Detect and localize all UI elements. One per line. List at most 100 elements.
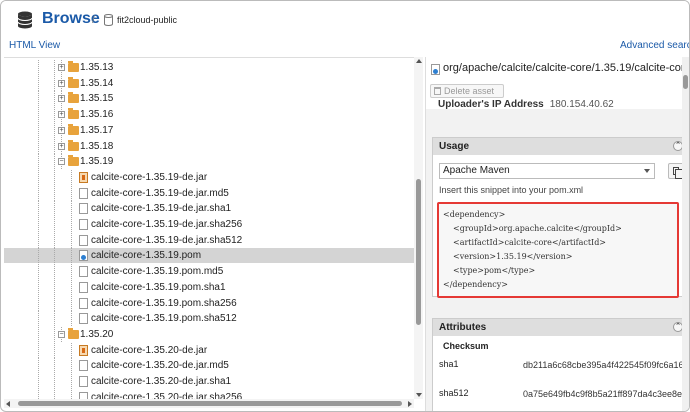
collapse-node-icon[interactable]: − <box>58 330 65 338</box>
tree-row-label: calcite-core-1.35.19-de.jar.md5 <box>91 187 229 199</box>
tree-file-row[interactable]: calcite-core-1.35.19.pom.sha256 <box>4 295 414 311</box>
tree-file-row[interactable]: calcite-core-1.35.20-de.jar.sha256 <box>4 389 414 399</box>
advanced-search-link[interactable]: Advanced search <box>620 40 689 51</box>
format-select[interactable]: Apache Maven <box>439 163 655 179</box>
scroll-thumb[interactable] <box>683 75 688 89</box>
tree-guide-line <box>54 154 55 170</box>
tree-folder-row[interactable]: +1.35.18 <box>4 138 414 154</box>
tree-row-label: calcite-core-1.35.19-de.jar.sha512 <box>91 234 243 246</box>
tree-guide-line <box>54 342 55 358</box>
header-bar: Browse / fit2cloud-public <box>1 1 689 39</box>
collapse-node-icon[interactable]: − <box>58 158 65 166</box>
tree-file-row[interactable]: calcite-core-1.35.19-de.jar.sha512 <box>4 232 414 248</box>
tree-row-label: 1.35.16 <box>80 109 114 121</box>
tree-file-row[interactable]: calcite-core-1.35.20-de.jar.sha1 <box>4 374 414 389</box>
tree-folder-row[interactable]: − 1.35.20 <box>4 326 414 342</box>
tree-guide-line <box>71 169 72 185</box>
expand-node-icon[interactable]: + <box>58 111 65 119</box>
tree-file-row[interactable]: calcite-core-1.35.19.pom.md5 <box>4 264 414 280</box>
tree-guide-line <box>38 122 39 138</box>
expand-node-icon[interactable]: + <box>58 126 65 134</box>
tree-file-row[interactable]: calcite-core-1.35.19-de.jar.md5 <box>4 185 414 201</box>
tree-guide-line <box>38 185 39 201</box>
tree-guide-line <box>54 232 55 248</box>
tree-row-label: calcite-core-1.35.20-de.jar.sha256 <box>91 391 243 399</box>
tree-row-label: 1.35.13 <box>80 62 114 73</box>
tree-row-label: 1.35.14 <box>80 77 114 89</box>
trash-icon <box>434 87 441 95</box>
component-tree: +1.35.13 +1.35.14 +1.35.15 +1.35.16 +1.35.17… <box>4 57 417 399</box>
tree-guide-line <box>38 138 39 154</box>
scroll-left-icon[interactable] <box>6 401 10 407</box>
tree-file-row[interactable]: calcite-core-1.35.19.pom.sha1 <box>4 279 414 295</box>
tree-guide-line <box>38 217 39 232</box>
jar-file-icon <box>79 171 88 183</box>
jar-file-icon <box>79 344 88 356</box>
asset-details-panel: org/apache/calcite/calcite-core/1.35.19/… <box>425 57 689 411</box>
tree-guide-line <box>54 60 55 75</box>
tree-file-row[interactable]: calcite-core-1.35.19.pom <box>4 248 414 264</box>
delete-asset-button[interactable]: Delete asset <box>430 84 504 98</box>
expand-node-icon[interactable]: + <box>58 95 65 103</box>
tree-guide-line <box>38 91 39 107</box>
checksum-title: Checksum <box>443 341 489 351</box>
tree-row-label: calcite-core-1.35.19.pom <box>91 250 202 262</box>
scroll-up-icon[interactable] <box>416 59 422 63</box>
tree-guide-line <box>71 311 72 327</box>
tree-guide-line <box>54 374 55 389</box>
usage-panel-header[interactable]: Usage ⌃ <box>433 138 687 155</box>
scroll-thumb-horizontal[interactable] <box>18 401 402 406</box>
attributes-panel: Attributes ⌃ Checksum sha1 db211a6c68cbe… <box>432 318 689 411</box>
tree-file-row[interactable]: calcite-core-1.35.20-de.jar.md5 <box>4 358 414 374</box>
scroll-thumb[interactable] <box>416 179 421 325</box>
tree-folder-row[interactable]: +1.35.15 <box>4 91 414 107</box>
tree-guide-line <box>54 201 55 217</box>
tree-vertical-scrollbar[interactable] <box>414 57 423 399</box>
browser-window: Browse / fit2cloud-public HTML View Adva… <box>0 0 690 412</box>
repository-icon <box>104 14 113 26</box>
uploader-ip-label: Uploader's IP Address <box>438 99 544 109</box>
tree-folder-row[interactable]: +1.35.14 <box>4 75 414 91</box>
tree-guide-line <box>38 374 39 389</box>
tree-file-row[interactable]: calcite-core-1.35.19-de.jar.sha1 <box>4 201 414 217</box>
tree-guide-line <box>54 264 55 280</box>
tree-guide-line <box>71 185 72 201</box>
file-icon <box>79 266 88 278</box>
expand-node-icon[interactable]: + <box>58 142 65 150</box>
details-vertical-scrollbar[interactable] <box>682 57 689 411</box>
tree-guide-line <box>54 295 55 311</box>
tree-guide-line <box>71 389 72 399</box>
tree-file-row[interactable]: calcite-core-1.35.20-de.jar <box>4 342 414 358</box>
tree-guide-line <box>54 185 55 201</box>
tree-folder-row[interactable]: +1.35.13 <box>4 60 414 75</box>
attributes-panel-header[interactable]: Attributes ⌃ <box>433 319 687 336</box>
expand-node-icon[interactable]: + <box>58 79 65 87</box>
tree-file-row[interactable]: calcite-core-1.35.19.pom.sha512 <box>4 311 414 327</box>
folder-icon <box>68 108 79 120</box>
tree-file-row[interactable]: calcite-core-1.35.19-de.jar.sha256 <box>4 217 414 232</box>
expand-node-icon[interactable]: + <box>58 64 65 71</box>
snippet-line: <version>1.35.19</version> <box>453 252 573 261</box>
file-icon <box>79 203 88 215</box>
tree-guide-line <box>38 311 39 327</box>
scroll-down-icon[interactable] <box>416 393 422 397</box>
format-select-value: Apache Maven <box>443 165 510 176</box>
file-icon <box>79 219 88 230</box>
tree-folder-row[interactable]: − 1.35.19 <box>4 154 414 170</box>
tree-folder-row[interactable]: +1.35.17 <box>4 122 414 138</box>
file-icon <box>79 376 88 387</box>
pom-file-icon <box>431 64 440 75</box>
tree-guide-line <box>71 201 72 217</box>
tree-guide-line <box>38 358 39 374</box>
tree-folder-row[interactable]: +1.35.16 <box>4 107 414 123</box>
dependency-snippet[interactable]: <dependency> <groupId>org.apache.calcite… <box>437 202 679 298</box>
tree-guide-line <box>54 217 55 232</box>
sha512-key: sha512 <box>439 388 469 398</box>
tree-file-row[interactable]: calcite-core-1.35.19-de.jar <box>4 169 414 185</box>
scroll-right-icon[interactable] <box>408 401 412 407</box>
tree-row-label: 1.35.20 <box>80 328 114 340</box>
snippet-line: </dependency> <box>443 280 508 289</box>
tree-row-label: calcite-core-1.35.20-de.jar.md5 <box>91 360 229 372</box>
html-view-link[interactable]: HTML View <box>9 40 60 51</box>
tree-horizontal-scrollbar[interactable] <box>4 399 414 408</box>
